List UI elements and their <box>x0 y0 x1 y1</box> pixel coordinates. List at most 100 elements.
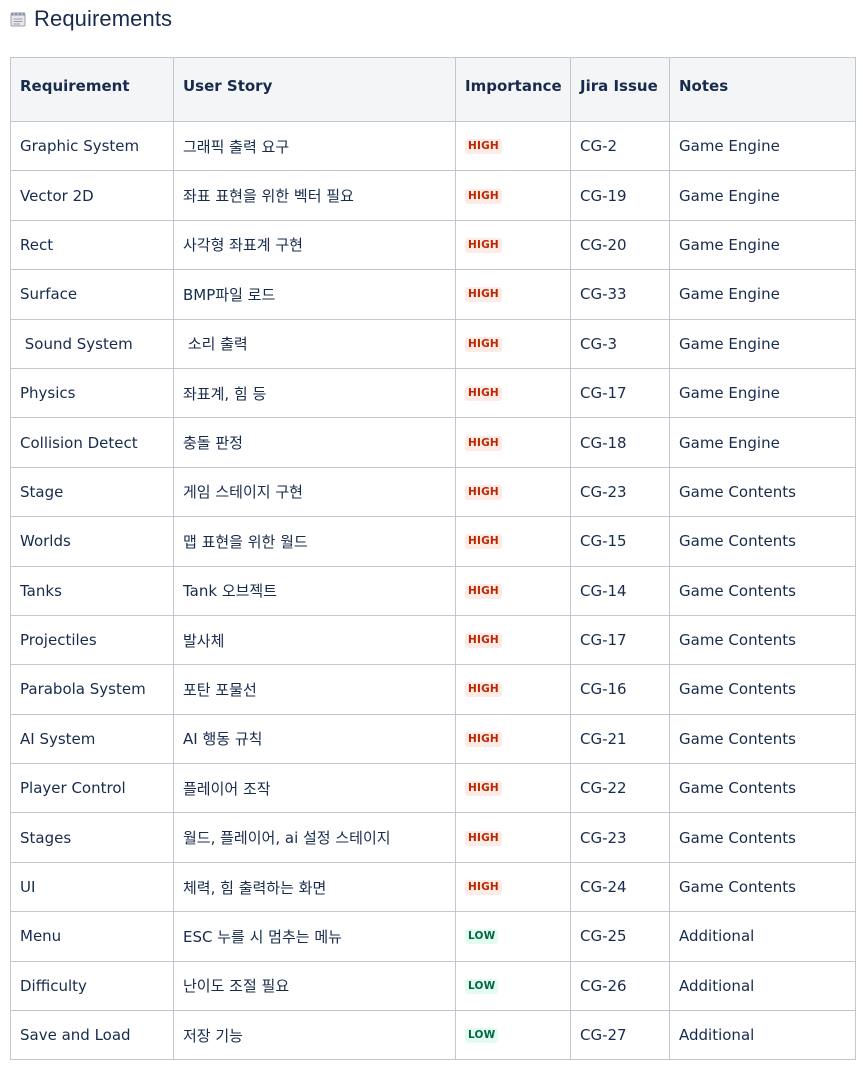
cell-jira-issue[interactable]: CG-3 <box>570 318 670 369</box>
cell-jira-issue[interactable]: CG-27 <box>570 1010 670 1061</box>
table-row: Rect 사각형 좌표계 구현 HIGH CG-20 Game Engine <box>10 219 856 271</box>
cell-jira-issue[interactable]: CG-17 <box>570 367 670 419</box>
cell-requirement: Player Control <box>10 763 174 814</box>
cell-importance: HIGH <box>455 170 571 221</box>
cell-jira-issue[interactable]: CG-20 <box>570 219 670 271</box>
cell-importance: HIGH <box>455 318 571 369</box>
cell-importance: HIGH <box>455 269 571 320</box>
cell-importance: HIGH <box>455 565 571 616</box>
cell-jira-issue[interactable]: CG-33 <box>570 269 670 320</box>
status-badge: LOW <box>465 929 499 945</box>
cell-user-story: 게임 스테이지 구현 <box>173 466 456 518</box>
status-badge: LOW <box>465 978 499 994</box>
cell-notes: Game Contents <box>669 614 856 666</box>
header-user-story[interactable]: User Story <box>173 57 456 122</box>
table-body: Graphic System 그래픽 출력 요구 HIGH CG-2 Game Engi… <box>10 120 856 1061</box>
cell-user-story: 포탄 포물선 <box>173 664 456 715</box>
cell-jira-issue[interactable]: CG-23 <box>570 812 670 863</box>
table-row: Projectiles 발사체 HIGH CG-17 Game Contents <box>10 614 856 666</box>
header-importance[interactable]: Importance <box>455 57 571 122</box>
cell-jira-issue[interactable]: CG-22 <box>570 763 670 814</box>
header-jira-issue[interactable]: Jira Issue <box>570 57 670 122</box>
cell-jira-issue[interactable]: CG-18 <box>570 417 670 468</box>
cell-notes: Game Contents <box>669 516 856 567</box>
cell-notes: Game Contents <box>669 466 856 518</box>
cell-user-story: BMP파일 로드 <box>173 269 456 320</box>
cell-notes: Game Engine <box>669 120 856 172</box>
table-row: Physics 좌표계, 힘 등 HIGH CG-17 Game Engine <box>10 367 856 419</box>
cell-jira-issue[interactable]: CG-19 <box>570 170 670 221</box>
table-row: Surface BMP파일 로드 HIGH CG-33 Game Engine <box>10 269 856 320</box>
status-badge: HIGH <box>465 188 502 204</box>
cell-user-story: Tank 오브젝트 <box>173 565 456 616</box>
cell-requirement: Projectiles <box>10 614 174 666</box>
status-badge: HIGH <box>465 534 502 550</box>
notepad-icon <box>10 11 26 27</box>
status-badge: HIGH <box>465 386 502 402</box>
header-notes[interactable]: Notes <box>669 57 856 122</box>
cell-importance: HIGH <box>455 763 571 814</box>
cell-requirement: UI <box>10 861 174 913</box>
header-requirement[interactable]: Requirement <box>10 57 174 122</box>
cell-jira-issue[interactable]: CG-14 <box>570 565 670 616</box>
cell-notes: Game Contents <box>669 812 856 863</box>
cell-user-story: 난이도 조절 필요 <box>173 960 456 1012</box>
cell-requirement: Parabola System <box>10 664 174 715</box>
cell-notes: Game Engine <box>669 417 856 468</box>
cell-user-story: 소리 출력 <box>173 318 456 369</box>
cell-importance: HIGH <box>455 861 571 913</box>
cell-jira-issue[interactable]: CG-15 <box>570 516 670 567</box>
status-badge: HIGH <box>465 484 502 500</box>
cell-user-story: 좌표 표현을 위한 벡터 필요 <box>173 170 456 221</box>
cell-importance: HIGH <box>455 367 571 419</box>
cell-notes: Game Contents <box>669 763 856 814</box>
cell-jira-issue[interactable]: CG-24 <box>570 861 670 913</box>
status-badge: HIGH <box>465 682 502 698</box>
cell-requirement: Menu <box>10 911 174 962</box>
cell-jira-issue[interactable]: CG-16 <box>570 664 670 715</box>
cell-jira-issue[interactable]: CG-26 <box>570 960 670 1012</box>
status-badge: HIGH <box>465 781 502 797</box>
page-heading: Requirements <box>10 4 172 34</box>
cell-user-story: 충돌 판정 <box>173 417 456 468</box>
cell-jira-issue[interactable]: CG-21 <box>570 713 670 765</box>
cell-requirement: Physics <box>10 367 174 419</box>
cell-user-story: 좌표계, 힘 등 <box>173 367 456 419</box>
table-row: Graphic System 그래픽 출력 요구 HIGH CG-2 Game Engi… <box>10 120 856 172</box>
cell-user-story: 월드, 플레이어, ai 설정 스테이지 <box>173 812 456 863</box>
cell-notes: Game Contents <box>669 664 856 715</box>
cell-jira-issue[interactable]: CG-23 <box>570 466 670 518</box>
cell-jira-issue[interactable]: CG-25 <box>570 911 670 962</box>
cell-requirement: Sound System <box>10 318 174 369</box>
cell-user-story: 사각형 좌표계 구현 <box>173 219 456 271</box>
cell-notes: Additional <box>669 911 856 962</box>
status-badge: HIGH <box>465 435 502 451</box>
table-row: Menu ESC 누를 시 멈추는 메뉴 LOW CG-25 Additional <box>10 911 856 962</box>
page-title: Requirements <box>34 6 173 31</box>
cell-requirement: Vector 2D <box>10 170 174 221</box>
cell-requirement: Surface <box>10 269 174 320</box>
cell-importance: HIGH <box>455 516 571 567</box>
cell-user-story: 발사체 <box>173 614 456 666</box>
cell-user-story: 맵 표현을 위한 월드 <box>173 516 456 567</box>
cell-requirement: Collision Detect <box>10 417 174 468</box>
cell-user-story: 그래픽 출력 요구 <box>173 120 456 172</box>
status-badge: HIGH <box>465 731 502 747</box>
cell-importance: HIGH <box>455 417 571 468</box>
cell-requirement: Graphic System <box>10 120 174 172</box>
cell-requirement: Stages <box>10 812 174 863</box>
status-badge: HIGH <box>465 830 502 846</box>
cell-requirement: Stage <box>10 466 174 518</box>
cell-notes: Additional <box>669 960 856 1012</box>
cell-importance: HIGH <box>455 466 571 518</box>
cell-requirement: Difficulty <box>10 960 174 1012</box>
cell-jira-issue[interactable]: CG-2 <box>570 120 670 172</box>
table-row: Tanks Tank 오브젝트 HIGH CG-14 Game Contents <box>10 565 856 616</box>
cell-notes: Game Contents <box>669 713 856 765</box>
status-badge: HIGH <box>465 583 502 599</box>
cell-importance: HIGH <box>455 713 571 765</box>
table-header-row: Requirement User Story Importance Jira I… <box>10 57 856 122</box>
cell-notes: Game Engine <box>669 269 856 320</box>
table-row: Collision Detect 충돌 판정 HIGH CG-18 Game Engin… <box>10 417 856 468</box>
cell-jira-issue[interactable]: CG-17 <box>570 614 670 666</box>
